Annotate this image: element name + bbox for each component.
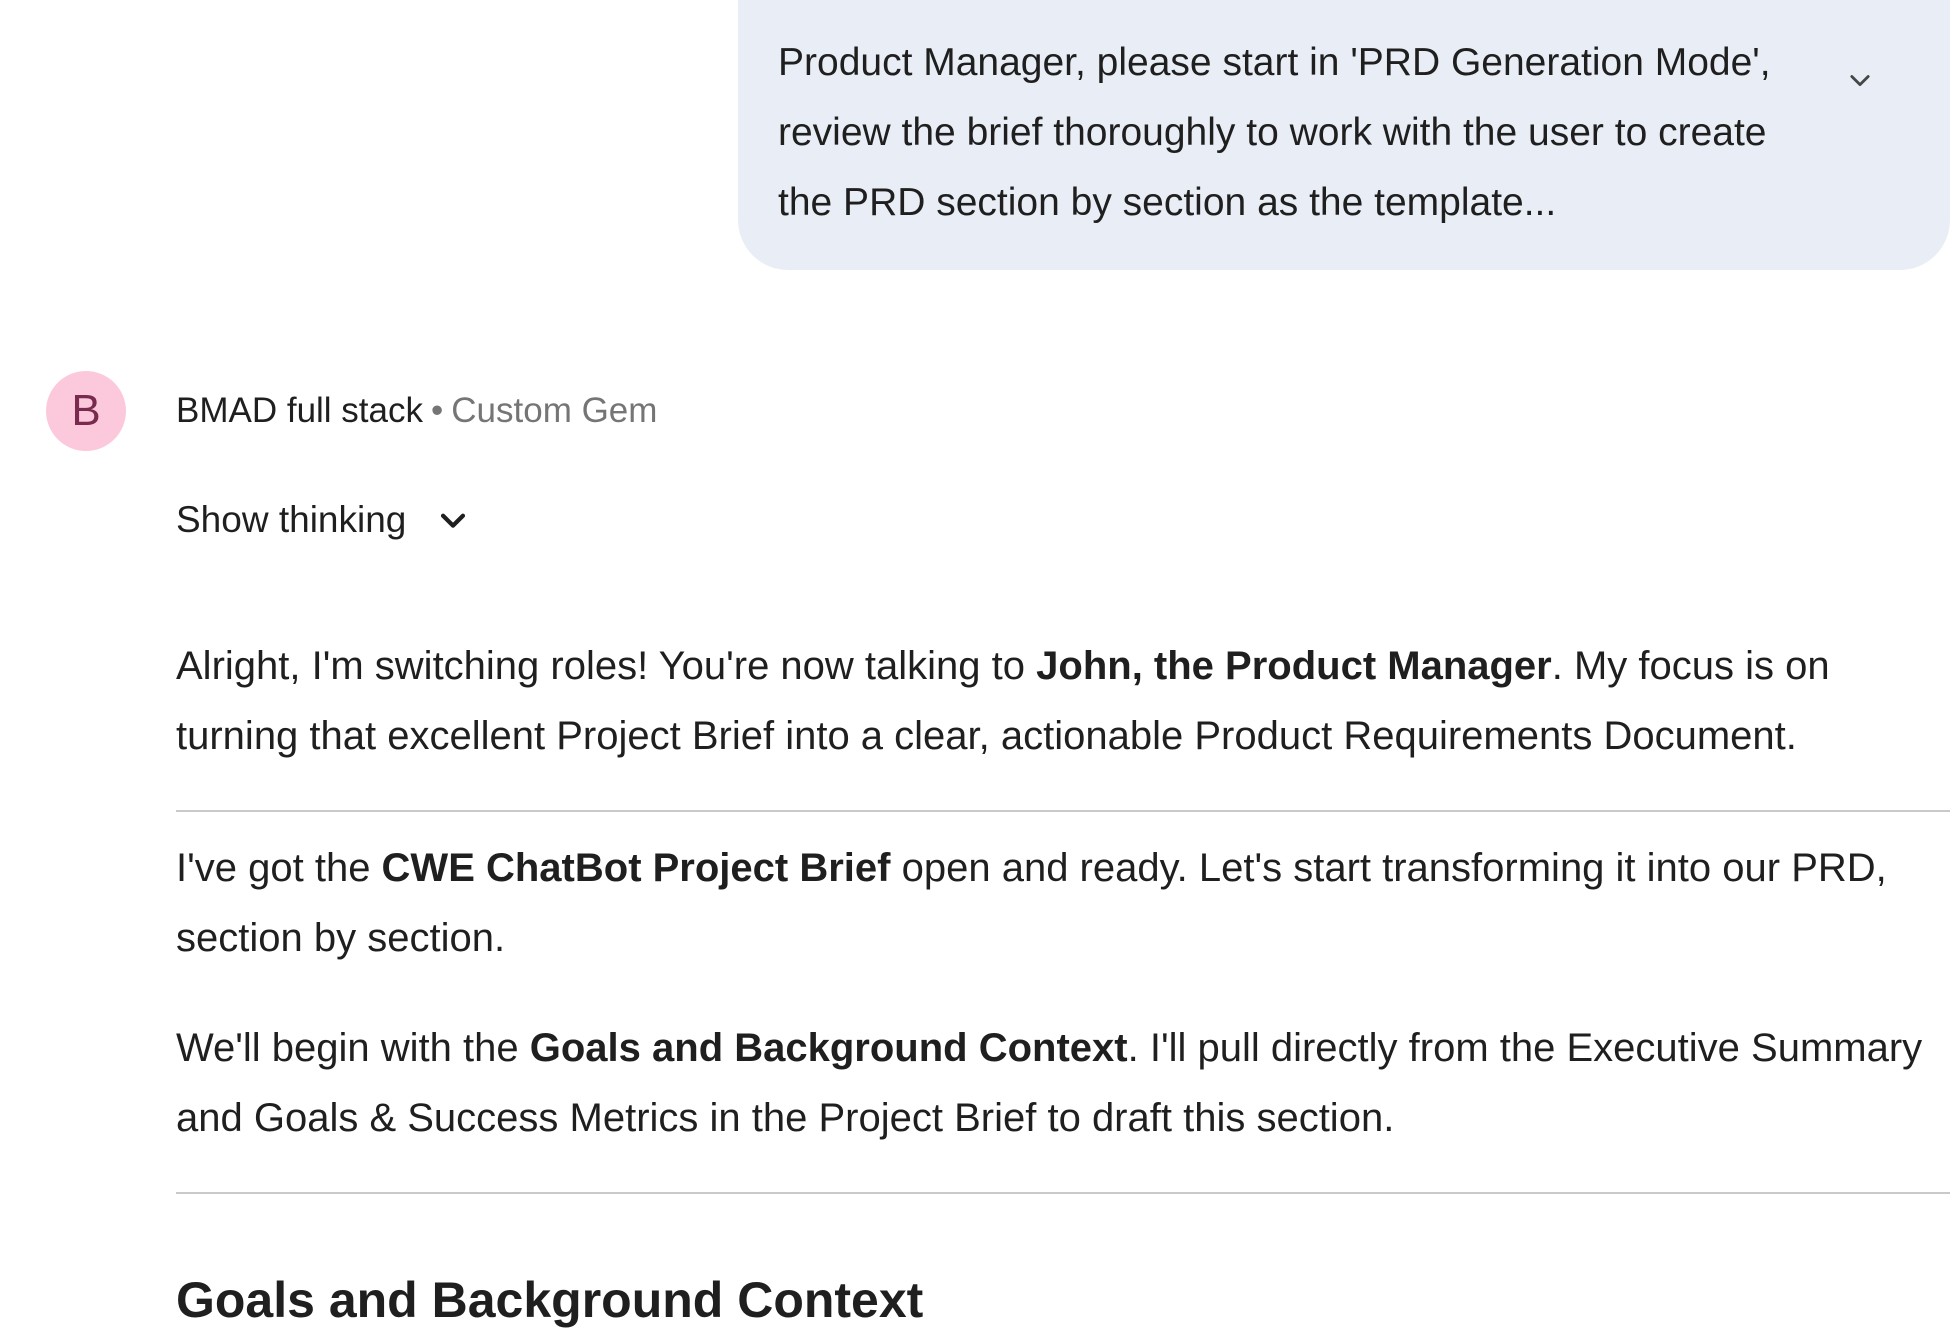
gem-avatar: B (46, 371, 126, 451)
divider (176, 810, 1950, 812)
response-paragraph: We'll begin with the Goals and Backgroun… (176, 1013, 1936, 1153)
show-thinking-toggle[interactable]: Show thinking (176, 495, 470, 545)
gem-type-label: Custom Gem (451, 391, 658, 430)
paragraph-text: We'll begin with the (176, 1026, 530, 1070)
section-heading: Goals and Background Context (176, 1272, 924, 1328)
response-paragraph: I've got the CWE ChatBot Project Brief o… (176, 833, 1936, 973)
paragraph-text: I've got the (176, 846, 382, 890)
avatar-letter: B (71, 386, 101, 435)
divider (176, 1192, 1950, 1194)
paragraph-bold-text: John, the Product Manager (1036, 644, 1552, 688)
gem-name: BMAD full stack (176, 391, 423, 430)
user-message-bubble: Product Manager, please start in 'PRD Ge… (738, 0, 1950, 270)
chevron-down-icon (436, 503, 470, 537)
gem-header: BMAD full stack • Custom Gem (176, 387, 657, 435)
paragraph-text: Alright, I'm switching roles! You're now… (176, 644, 1037, 688)
paragraph-bold-text: CWE ChatBot Project Brief (381, 846, 891, 890)
user-message-text: Product Manager, please start in 'PRD Ge… (778, 41, 1771, 224)
chevron-down-icon (1850, 75, 1870, 87)
gem-separator: • (431, 391, 444, 430)
response-paragraph: Alright, I'm switching roles! You're now… (176, 631, 1936, 771)
expand-message-button[interactable] (1840, 60, 1880, 100)
show-thinking-label: Show thinking (176, 499, 407, 540)
paragraph-bold-text: Goals and Background Context (529, 1026, 1128, 1070)
